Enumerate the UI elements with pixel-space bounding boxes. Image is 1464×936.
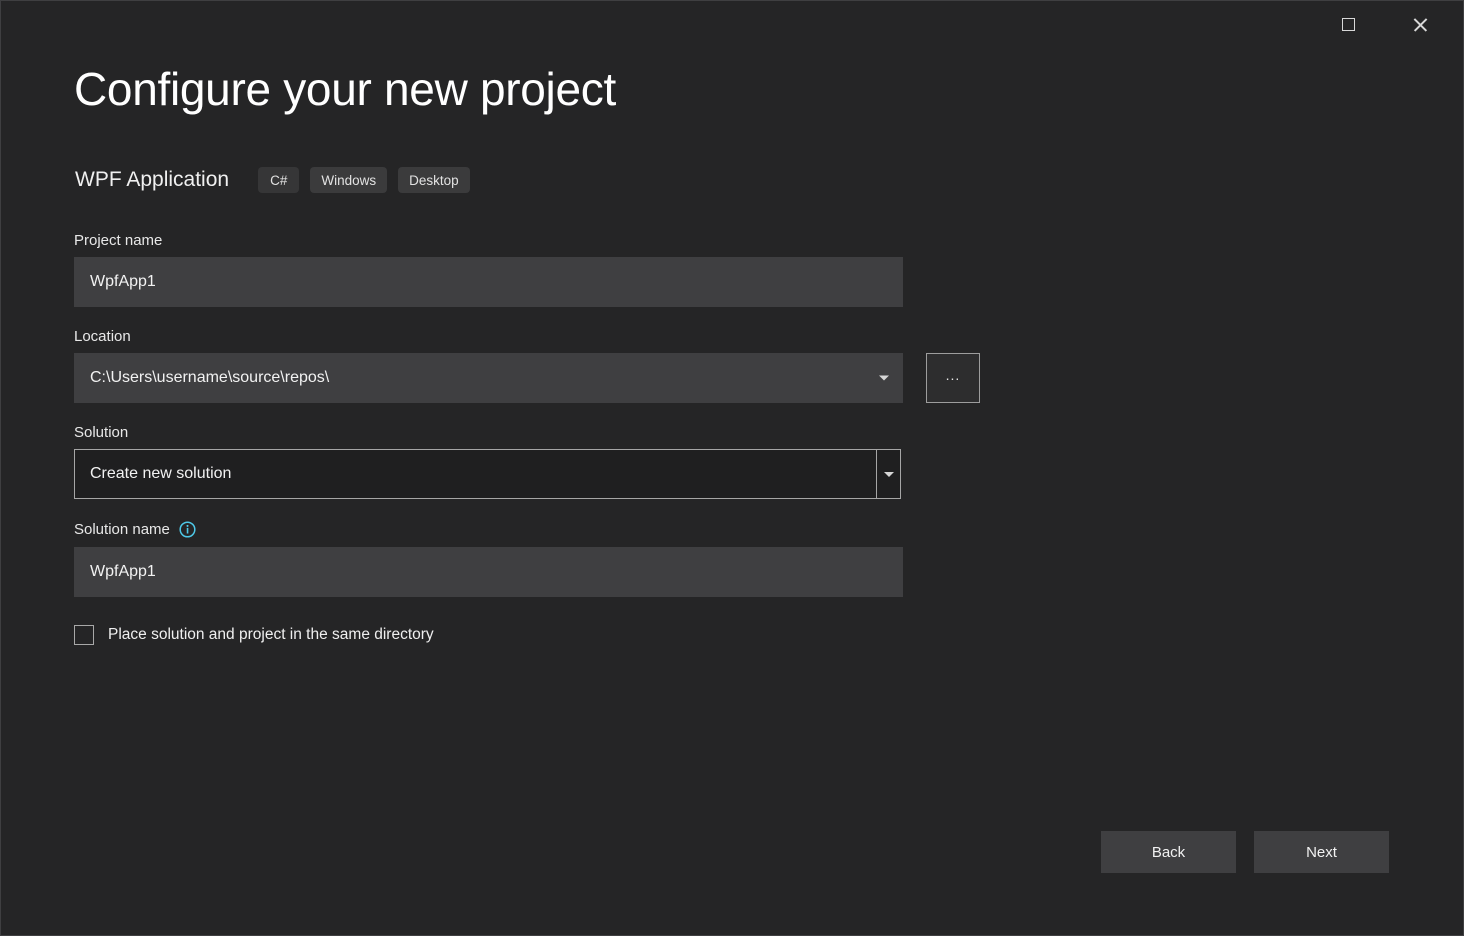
- dialog-footer: Back Next: [1101, 831, 1389, 873]
- solution-name-field-group: Solution name WpfApp1: [74, 521, 990, 597]
- same-directory-checkbox[interactable]: [74, 625, 94, 645]
- title-bar: [1, 1, 1463, 53]
- solution-name-label-text: Solution name: [74, 522, 170, 537]
- solution-field-group: Solution Create new solution: [74, 425, 990, 499]
- template-summary: WPF Application C# Windows Desktop: [75, 167, 481, 193]
- chevron-down-icon: [884, 472, 894, 477]
- solution-combobox[interactable]: Create new solution: [74, 449, 901, 499]
- template-name: WPF Application: [75, 168, 229, 192]
- solution-name-input[interactable]: WpfApp1: [74, 547, 903, 597]
- close-button[interactable]: [1397, 1, 1443, 47]
- project-name-input[interactable]: WpfApp1: [74, 257, 903, 307]
- solution-dropdown-button[interactable]: [876, 450, 900, 498]
- same-directory-label: Place solution and project in the same d…: [108, 626, 434, 644]
- maximize-button[interactable]: [1325, 1, 1371, 47]
- tag-project-type: Desktop: [398, 167, 470, 193]
- location-field-group: Location C:\Users\username\source\repos\…: [74, 329, 990, 403]
- location-label: Location: [74, 329, 990, 344]
- same-directory-row[interactable]: Place solution and project in the same d…: [74, 625, 990, 645]
- solution-name-label: Solution name: [74, 521, 990, 538]
- location-value: C:\Users\username\source\repos\: [90, 369, 329, 387]
- project-configuration-form: Project name WpfApp1 Location C:\Users\u…: [74, 233, 990, 645]
- close-icon: [1412, 16, 1429, 33]
- project-name-label: Project name: [74, 233, 990, 248]
- info-icon[interactable]: [179, 521, 196, 538]
- browse-button[interactable]: ...: [926, 353, 980, 403]
- next-button[interactable]: Next: [1254, 831, 1389, 873]
- tag-language: C#: [258, 167, 299, 193]
- tag-platform: Windows: [310, 167, 387, 193]
- solution-value: Create new solution: [75, 465, 876, 483]
- page-title: Configure your new project: [74, 63, 616, 116]
- configure-project-dialog: Configure your new project WPF Applicati…: [0, 0, 1464, 936]
- project-name-field-group: Project name WpfApp1: [74, 233, 990, 307]
- location-combobox[interactable]: C:\Users\username\source\repos\: [74, 353, 903, 403]
- back-button[interactable]: Back: [1101, 831, 1236, 873]
- maximize-icon: [1342, 18, 1355, 31]
- chevron-down-icon: [879, 376, 889, 381]
- location-row: C:\Users\username\source\repos\ ...: [74, 353, 990, 403]
- solution-label: Solution: [74, 425, 990, 440]
